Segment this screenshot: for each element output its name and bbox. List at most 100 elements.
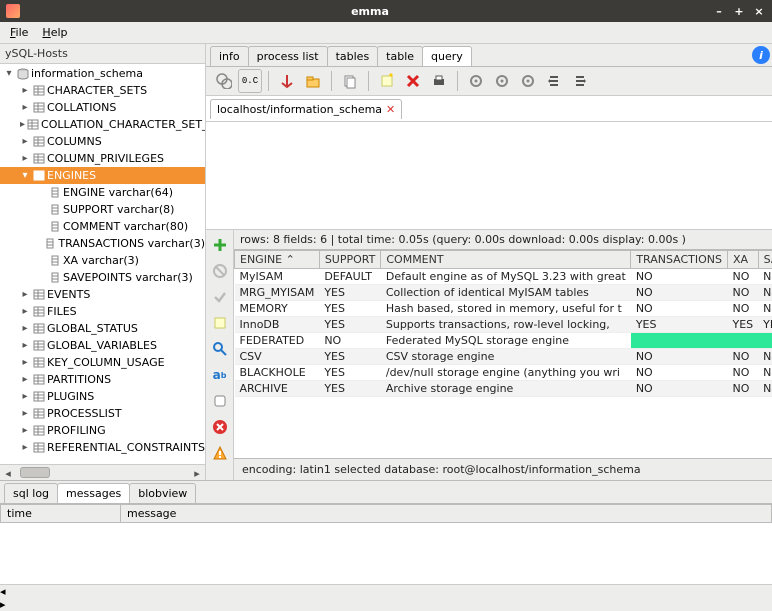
breadcrumb-tab[interactable]: localhost/information_schema ✕ bbox=[210, 99, 402, 119]
delete-button[interactable] bbox=[401, 69, 425, 93]
table-cell[interactable]: NO bbox=[758, 349, 772, 365]
execute-button[interactable] bbox=[212, 69, 236, 93]
expander-icon[interactable]: ▸ bbox=[20, 323, 30, 334]
expander-icon[interactable]: ▸ bbox=[20, 136, 30, 147]
table-cell[interactable]: NO bbox=[631, 269, 728, 285]
tree-item[interactable]: ▸COLLATION_CHARACTER_SET_ bbox=[0, 116, 205, 133]
new-button[interactable] bbox=[375, 69, 399, 93]
expander-icon[interactable]: ▾ bbox=[4, 68, 14, 79]
table-cell[interactable]: NO bbox=[758, 365, 772, 381]
table-cell[interactable]: MRG_MYISAM bbox=[235, 285, 320, 301]
table-cell[interactable]: NO bbox=[728, 285, 759, 301]
table-cell[interactable]: /dev/null storage engine (anything you w… bbox=[381, 365, 631, 381]
expander-icon[interactable]: ▸ bbox=[20, 442, 30, 453]
table-row[interactable]: CSVYESCSV storage engineNONONO bbox=[235, 349, 772, 365]
close-tab-icon[interactable]: ✕ bbox=[386, 103, 395, 116]
table-cell[interactable]: Hash based, stored in memory, useful for… bbox=[381, 301, 631, 317]
table-cell[interactable]: NO bbox=[758, 285, 772, 301]
log-col-message[interactable]: message bbox=[121, 505, 772, 523]
bottom-tab-messages[interactable]: messages bbox=[57, 483, 130, 503]
tree-item[interactable]: ▸PROFILING bbox=[0, 422, 205, 439]
expander-icon[interactable]: ▸ bbox=[20, 357, 30, 368]
cancel-icon[interactable] bbox=[209, 260, 231, 282]
expander-icon[interactable]: ▸ bbox=[20, 374, 30, 385]
toggle-icon[interactable] bbox=[209, 390, 231, 412]
expander-icon[interactable]: ▸ bbox=[20, 153, 30, 164]
tab-info[interactable]: info bbox=[210, 46, 249, 66]
table-cell[interactable]: NO bbox=[758, 381, 772, 397]
tab-process-list[interactable]: process list bbox=[248, 46, 328, 66]
bottom-tab-blobview[interactable]: blobview bbox=[129, 483, 196, 503]
tree-item[interactable]: ▸CHARACTER_SETS bbox=[0, 82, 205, 99]
table-cell[interactable]: MEMORY bbox=[235, 301, 320, 317]
table-cell[interactable]: YES bbox=[319, 365, 381, 381]
result-grid[interactable]: ENGINE ⌃SUPPORTCOMMENTTRANSACTIONSXASAVE… bbox=[234, 250, 772, 458]
table-cell[interactable]: MyISAM bbox=[235, 269, 320, 285]
table-cell[interactable]: YES bbox=[319, 317, 381, 333]
tree-item[interactable]: ENGINE varchar(64) bbox=[0, 184, 205, 201]
expander-icon[interactable]: ▾ bbox=[20, 170, 30, 181]
bottom-hscrollbar[interactable]: ◂ ▸ bbox=[0, 584, 772, 600]
expander-icon[interactable]: ▸ bbox=[20, 408, 30, 419]
bottom-tab-sql-log[interactable]: sql log bbox=[4, 483, 58, 503]
menu-help[interactable]: Help bbox=[36, 24, 73, 41]
tree-item[interactable]: ▸COLUMN_PRIVILEGES bbox=[0, 150, 205, 167]
query-editor[interactable] bbox=[206, 122, 772, 230]
tab-query[interactable]: query bbox=[422, 46, 472, 66]
gear1-button[interactable] bbox=[464, 69, 488, 93]
indent-right-button[interactable] bbox=[568, 69, 592, 93]
tree-item[interactable]: ▸GLOBAL_VARIABLES bbox=[0, 337, 205, 354]
expander-icon[interactable]: ▸ bbox=[20, 391, 30, 402]
tree-item[interactable]: ▸PARTITIONS bbox=[0, 371, 205, 388]
column-header[interactable]: SAVEPOINT bbox=[758, 251, 772, 269]
expander-icon[interactable]: ▸ bbox=[20, 102, 30, 113]
table-cell[interactable]: CSV bbox=[235, 349, 320, 365]
apply-icon[interactable] bbox=[209, 286, 231, 308]
table-cell[interactable]: ARCHIVE bbox=[235, 381, 320, 397]
close-button[interactable]: × bbox=[752, 4, 766, 18]
refresh-icon[interactable] bbox=[209, 312, 231, 334]
table-row[interactable]: MyISAMDEFAULTDefault engine as of MySQL … bbox=[235, 269, 772, 285]
table-cell[interactable]: NO bbox=[728, 365, 759, 381]
table-cell[interactable]: YES bbox=[319, 285, 381, 301]
minimize-button[interactable]: – bbox=[712, 4, 726, 18]
tab-tables[interactable]: tables bbox=[327, 46, 379, 66]
menu-file[interactable]: File bbox=[4, 24, 34, 41]
table-cell[interactable]: NO bbox=[631, 349, 728, 365]
log-col-time[interactable]: time bbox=[1, 505, 121, 523]
table-cell[interactable]: Archive storage engine bbox=[381, 381, 631, 397]
tree-item[interactable]: COMMENT varchar(80) bbox=[0, 218, 205, 235]
column-header[interactable]: XA bbox=[728, 251, 759, 269]
table-cell[interactable]: Supports transactions, row-level locking… bbox=[381, 317, 631, 333]
table-cell[interactable] bbox=[631, 333, 728, 349]
table-cell[interactable]: NO bbox=[728, 301, 759, 317]
scroll-right-icon[interactable]: ▸ bbox=[189, 465, 205, 481]
sidebar-hscrollbar[interactable]: ◂ ▸ bbox=[0, 464, 205, 480]
tree-item[interactable]: ▸FILES bbox=[0, 303, 205, 320]
warning-icon[interactable] bbox=[209, 442, 231, 464]
table-cell[interactable]: NO bbox=[728, 349, 759, 365]
table-cell[interactable]: NO bbox=[758, 269, 772, 285]
tree-item[interactable]: SUPPORT varchar(8) bbox=[0, 201, 205, 218]
table-cell[interactable]: YES bbox=[758, 317, 772, 333]
table-cell[interactable]: NO bbox=[631, 301, 728, 317]
table-cell[interactable]: BLACKHOLE bbox=[235, 365, 320, 381]
tree-item[interactable]: TRANSACTIONS varchar(3) bbox=[0, 235, 205, 252]
table-cell[interactable]: YES bbox=[319, 381, 381, 397]
help-icon[interactable]: i bbox=[752, 46, 770, 64]
table-cell[interactable]: FEDERATED bbox=[235, 333, 320, 349]
tree-item[interactable]: ▸COLLATIONS bbox=[0, 99, 205, 116]
table-row[interactable]: MRG_MYISAMYESCollection of identical MyI… bbox=[235, 285, 772, 301]
table-row[interactable]: BLACKHOLEYES/dev/null storage engine (an… bbox=[235, 365, 772, 381]
table-cell[interactable] bbox=[728, 333, 759, 349]
tree-item[interactable]: SAVEPOINTS varchar(3) bbox=[0, 269, 205, 286]
tree-item[interactable]: ▸PROCESSLIST bbox=[0, 405, 205, 422]
expander-icon[interactable]: ▸ bbox=[20, 289, 30, 300]
tree-item[interactable]: ▸REFERENTIAL_CONSTRAINTS bbox=[0, 439, 205, 456]
expander-icon[interactable]: ▸ bbox=[20, 119, 25, 130]
scroll-thumb[interactable] bbox=[20, 467, 50, 478]
column-header[interactable]: SUPPORT bbox=[319, 251, 381, 269]
gear3-button[interactable] bbox=[516, 69, 540, 93]
error-icon[interactable] bbox=[209, 416, 231, 438]
expander-icon[interactable]: ▸ bbox=[20, 340, 30, 351]
